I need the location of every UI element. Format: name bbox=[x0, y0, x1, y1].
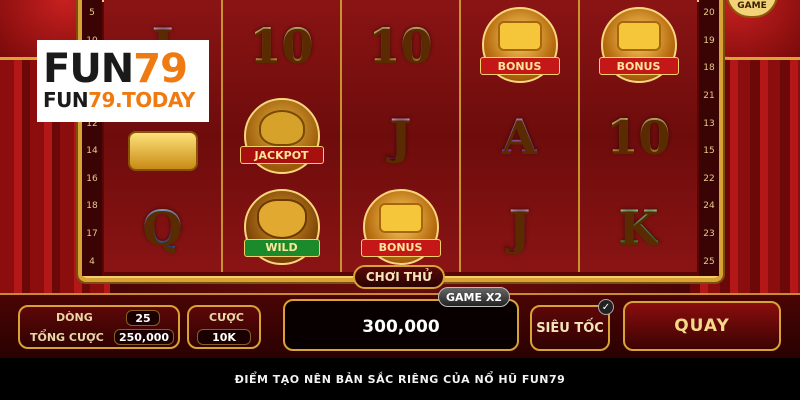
bonus-symbol: BONUS bbox=[360, 188, 441, 265]
reel-cell: JACKPOT bbox=[223, 91, 340, 182]
bonus-label: BONUS bbox=[479, 57, 560, 76]
card-symbol: J bbox=[508, 199, 531, 254]
logo-main: FUN79 bbox=[43, 46, 188, 92]
gold-ingot-icon bbox=[378, 202, 423, 233]
gold-ingot-icon bbox=[127, 131, 198, 171]
lines-label: DÒNG bbox=[56, 311, 93, 324]
payline-number: 20 bbox=[703, 8, 715, 19]
reel-cell: K bbox=[580, 181, 697, 272]
payline-number: 16 bbox=[86, 173, 98, 184]
jackpot-label: JACKPOT bbox=[239, 146, 324, 164]
ox-icon bbox=[256, 198, 307, 239]
payline-number: 15 bbox=[703, 146, 715, 157]
reel: BONUS A J bbox=[461, 0, 580, 272]
reel-cell: BONUS bbox=[342, 181, 459, 272]
card-symbol: Q bbox=[142, 199, 183, 254]
card-symbol: A bbox=[501, 109, 538, 163]
bonus-symbol: BONUS bbox=[479, 7, 560, 84]
wild-symbol: WILD bbox=[243, 188, 320, 265]
payline-number: 18 bbox=[86, 201, 98, 212]
bet-label: CƯỢC bbox=[209, 311, 244, 324]
win-value: 300,000 bbox=[362, 317, 440, 337]
spin-button[interactable]: QUAY bbox=[623, 301, 781, 351]
bonus-symbol: BONUS bbox=[598, 7, 679, 84]
wild-label: WILD bbox=[243, 238, 320, 257]
reel-cell: WILD bbox=[223, 181, 340, 272]
total-bet-label: TỔNG CƯỢC bbox=[30, 331, 104, 344]
bonus-label: BONUS bbox=[598, 57, 679, 76]
bet-value[interactable]: 10K bbox=[197, 329, 251, 345]
gold-ingot-icon bbox=[616, 21, 661, 52]
payline-number: 25 bbox=[703, 256, 715, 267]
reel-cell: Q bbox=[104, 181, 221, 272]
control-bar: DÒNG 25 TỔNG CƯỢC 250,000 CƯỢC 10K 300,0… bbox=[0, 293, 800, 358]
card-symbol: 10 bbox=[249, 18, 314, 73]
caption: ĐIỂM TẠO NÊN BẢN SẮC RIÊNG CỦA NỔ HŨ FUN… bbox=[0, 358, 800, 400]
payline-number: 18 bbox=[703, 63, 715, 74]
card-symbol: J bbox=[389, 109, 412, 163]
payline-numbers-right: 20 19 18 21 13 15 22 24 23 25 bbox=[699, 0, 719, 276]
turbo-label: SIÊU TỐC bbox=[536, 320, 604, 336]
reel-cell: BONUS bbox=[461, 0, 578, 91]
payline-number: 17 bbox=[86, 229, 98, 240]
bet-panel: CƯỢC 10K bbox=[187, 305, 261, 349]
payline-number: 24 bbox=[703, 201, 715, 212]
lines-value[interactable]: 25 bbox=[126, 310, 160, 326]
payline-number: 23 bbox=[703, 229, 715, 240]
card-symbol: 10 bbox=[368, 18, 433, 73]
card-symbol: K bbox=[618, 199, 659, 254]
payline-number: 5 bbox=[89, 8, 95, 19]
payline-number: 22 bbox=[703, 173, 715, 184]
game-x2-button[interactable]: GAME X2 bbox=[438, 287, 510, 307]
reel-cell: 10 bbox=[223, 0, 340, 91]
card-symbol: 10 bbox=[606, 109, 671, 163]
payline-number: 19 bbox=[703, 35, 715, 46]
payline-number: 14 bbox=[86, 146, 98, 157]
total-bet-value: 250,000 bbox=[114, 329, 174, 345]
payline-number: 21 bbox=[703, 91, 715, 102]
toad-icon bbox=[258, 110, 305, 146]
reel-cell: 10 bbox=[342, 0, 459, 91]
reel: 10 J BONUS bbox=[342, 0, 461, 272]
reel-cell: BONUS bbox=[580, 0, 697, 91]
turbo-button[interactable]: SIÊU TỐC ✓ bbox=[530, 299, 614, 351]
check-icon: ✓ bbox=[598, 299, 614, 315]
jackpot-symbol: JACKPOT bbox=[239, 98, 324, 174]
fun79-logo: FUN79 FUN79.TODAY bbox=[37, 40, 209, 122]
reel-cell: 10 bbox=[580, 91, 697, 182]
gold-ingot-icon bbox=[497, 21, 542, 52]
reel: BONUS 10 K bbox=[580, 0, 697, 272]
reel: 10 JACKPOT WILD bbox=[223, 0, 342, 272]
payline-number: 13 bbox=[703, 118, 715, 129]
reel-cell: J bbox=[342, 91, 459, 182]
payline-number: 4 bbox=[89, 256, 95, 267]
reel-cell: A bbox=[461, 91, 578, 182]
logo-sub: FUN79.TODAY bbox=[43, 88, 195, 112]
game-scene: 51081112141618174 JQ10JACKPOTWILD10JBONU… bbox=[0, 0, 800, 358]
try-play-button[interactable]: CHƠI THỬ bbox=[353, 265, 445, 289]
lines-panel: DÒNG 25 TỔNG CƯỢC 250,000 bbox=[18, 305, 180, 349]
reel-cell: J bbox=[461, 181, 578, 272]
bonus-label: BONUS bbox=[360, 238, 441, 257]
